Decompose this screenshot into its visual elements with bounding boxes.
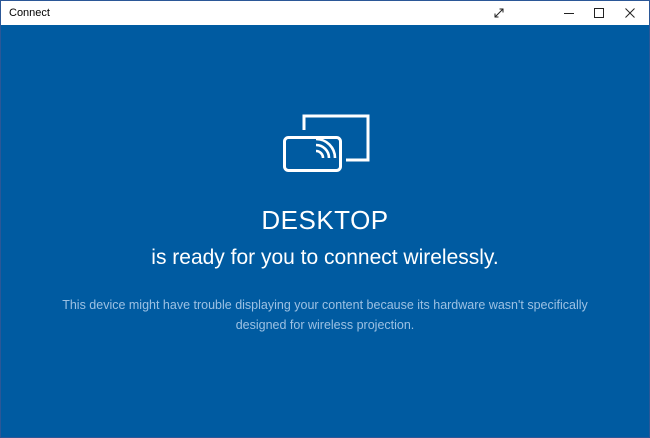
connect-content-area: DESKTOP is ready for you to connect wire… [1, 25, 649, 437]
maximize-button[interactable] [582, 1, 616, 25]
expand-diagonal-icon [494, 8, 504, 18]
hardware-warning-message: This device might have trouble displayin… [62, 298, 588, 332]
window-title: Connect [9, 7, 50, 19]
connect-app-window: Connect DESKTOP is ready for you to conn… [0, 0, 650, 438]
wireless-projection-icon [283, 114, 370, 172]
ready-message: is ready for you to connect wirelessly. [151, 246, 499, 269]
expand-button[interactable] [482, 1, 516, 25]
minimize-button[interactable] [552, 1, 586, 25]
minimize-icon [564, 13, 574, 14]
close-icon [625, 8, 635, 18]
maximize-icon [594, 8, 604, 18]
close-button[interactable] [613, 1, 647, 25]
device-name-heading: DESKTOP [261, 205, 389, 235]
title-bar[interactable]: Connect [1, 1, 649, 25]
